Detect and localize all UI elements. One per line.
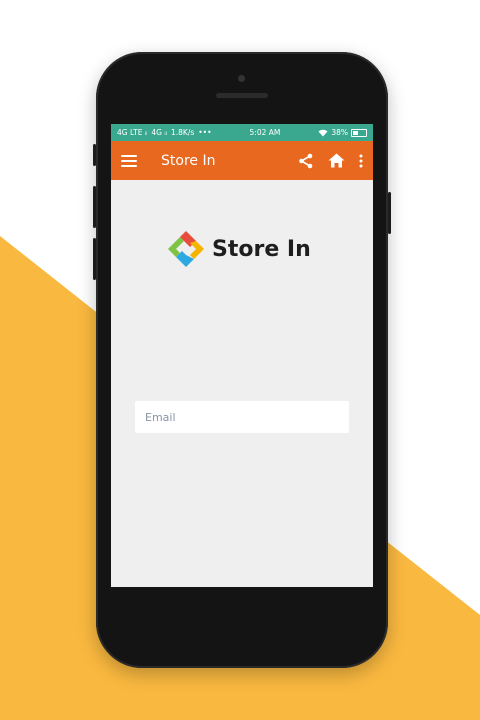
network-speed: 1.8K/s	[170, 128, 195, 137]
more-vert-icon[interactable]	[359, 154, 363, 168]
network-indicator: 4G LTE ᵢₗ	[117, 128, 148, 137]
front-camera	[238, 75, 245, 82]
share-icon[interactable]	[298, 153, 314, 169]
volume-down-button	[93, 238, 96, 280]
mute-switch	[93, 144, 96, 166]
store-in-logo-icon	[168, 231, 204, 267]
phone-frame: 4G LTE ᵢₗ 4G ᵢₗ 1.8K/s ••• 5:02 AM 38% S…	[93, 52, 391, 668]
battery-percent: 38%	[331, 128, 348, 137]
app-bar: Store In	[111, 141, 373, 180]
home-icon[interactable]	[328, 153, 345, 168]
notification-dots: •••	[198, 128, 212, 137]
app-title: Store In	[161, 152, 216, 169]
hamburger-menu-icon[interactable]	[121, 154, 137, 167]
app-screen: 4G LTE ᵢₗ 4G ᵢₗ 1.8K/s ••• 5:02 AM 38% S…	[111, 124, 373, 587]
logo: Store In	[166, 229, 311, 269]
power-button	[388, 192, 391, 234]
status-bar: 4G LTE ᵢₗ 4G ᵢₗ 1.8K/s ••• 5:02 AM 38%	[111, 124, 373, 141]
battery-icon	[351, 128, 367, 137]
carrier-indicator: 4G ᵢₗ	[151, 128, 167, 137]
email-field-container	[135, 401, 349, 433]
status-time: 5:02 AM	[249, 128, 281, 137]
wifi-icon	[318, 129, 328, 136]
email-field[interactable]	[143, 409, 341, 425]
volume-up-button	[93, 186, 96, 228]
logo-text: Store In	[212, 236, 311, 262]
speaker-grille	[216, 93, 268, 98]
